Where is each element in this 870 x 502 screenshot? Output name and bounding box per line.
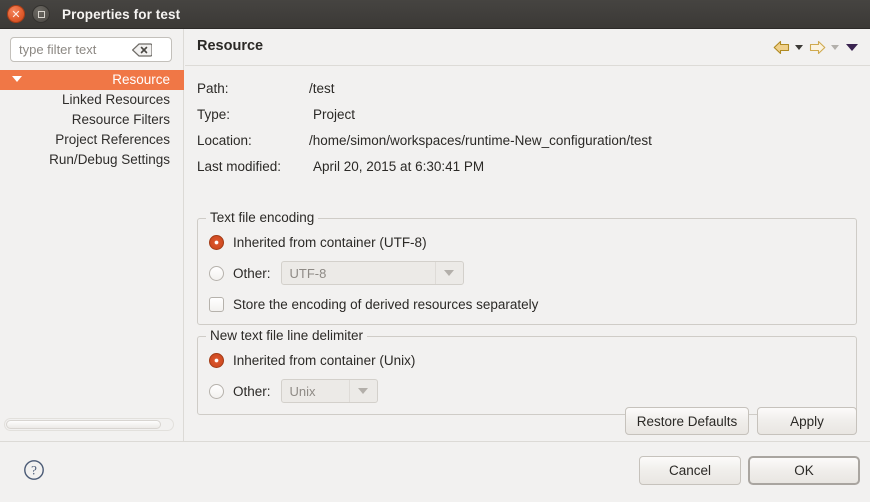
- button-label: OK: [794, 463, 814, 478]
- checkbox[interactable]: [209, 296, 224, 312]
- forward-button[interactable]: [806, 36, 828, 58]
- option-label: Inherited from container (UTF-8): [233, 234, 427, 250]
- restore-defaults-button[interactable]: Restore Defaults: [625, 407, 749, 435]
- group-legend: New text file line delimiter: [206, 328, 368, 343]
- sidebar-item-label: Linked Resources: [61, 92, 170, 107]
- ok-button[interactable]: OK: [748, 456, 860, 485]
- navigation-pane: Resource Linked Resources Resource Filte…: [0, 29, 184, 441]
- encoding-combo-box[interactable]: UTF-8: [280, 261, 464, 285]
- delimiter-other-option[interactable]: Other: Unix: [209, 379, 378, 403]
- radio-button[interactable]: [209, 383, 224, 399]
- scrollbar-thumb[interactable]: [6, 420, 161, 429]
- chevron-down-icon: [831, 44, 839, 50]
- chevron-down-icon: [846, 43, 858, 51]
- property-value: /home/simon/workspaces/runtime-New_confi…: [309, 132, 652, 148]
- property-value: /test: [309, 80, 335, 96]
- button-label: Restore Defaults: [636, 413, 738, 429]
- combo-value: Unix: [289, 383, 316, 399]
- svg-text:?: ?: [31, 463, 37, 478]
- option-label: Store the encoding of derived resources …: [233, 296, 539, 312]
- sidebar-item-label: Run/Debug Settings: [49, 152, 170, 167]
- back-button[interactable]: [770, 36, 792, 58]
- sidebar-item-label: Resource Filters: [71, 112, 170, 127]
- property-value: Project: [313, 106, 356, 122]
- property-value: April 20, 2015 at 6:30:41 PM: [313, 158, 485, 174]
- chevron-down-icon[interactable]: [348, 380, 377, 402]
- property-row-location: Location: /home/simon/workspaces/runtime…: [197, 127, 652, 153]
- arrow-left-icon: [773, 40, 789, 54]
- tree-horizontal-scrollbar[interactable]: [4, 418, 174, 431]
- property-row-path: Path: /test: [197, 75, 652, 101]
- arrow-right-icon: [809, 40, 825, 54]
- navigation-toolbar: [770, 36, 862, 58]
- close-window-button[interactable]: ✕: [7, 5, 25, 23]
- page-title: Resource: [197, 38, 264, 54]
- sidebar-item-label: Project References: [55, 132, 170, 147]
- radio-button[interactable]: [209, 234, 224, 250]
- sidebar-item-run-debug-settings[interactable]: Run/Debug Settings: [0, 150, 184, 170]
- property-row-type: Type: Project: [197, 101, 652, 127]
- settings-tree[interactable]: Resource Linked Resources Resource Filte…: [0, 70, 184, 430]
- radio-button[interactable]: [209, 352, 224, 368]
- apply-button[interactable]: Apply: [757, 407, 857, 435]
- encoding-other-option[interactable]: Other: UTF-8: [209, 261, 464, 285]
- back-history-menu-button[interactable]: [792, 36, 806, 58]
- delimiter-combo-box[interactable]: Unix: [280, 379, 378, 403]
- option-label: Other:: [233, 383, 271, 399]
- delimiter-inherited-option[interactable]: Inherited from container (Unix): [209, 349, 415, 371]
- property-label: Path:: [197, 80, 229, 96]
- chevron-down-icon: [795, 44, 803, 50]
- expand-triangle-icon[interactable]: [12, 76, 22, 82]
- content-pane: Resource Path: /test Type: Project Locat…: [185, 29, 870, 441]
- store-encoding-derived-option[interactable]: Store the encoding of derived resources …: [209, 293, 538, 315]
- sidebar-item-project-references[interactable]: Project References: [0, 130, 184, 150]
- window-title: Properties for test: [62, 6, 181, 22]
- maximize-icon: [37, 10, 45, 18]
- resource-properties: Path: /test Type: Project Location: /hom…: [197, 75, 652, 179]
- sidebar-item-linked-resources[interactable]: Linked Resources: [0, 90, 184, 110]
- combo-value: UTF-8: [289, 265, 327, 281]
- help-button[interactable]: ?: [22, 458, 46, 482]
- property-row-last-modified: Last modified: April 20, 2015 at 6:30:41…: [197, 153, 652, 179]
- property-label: Last modified:: [197, 158, 282, 174]
- properties-dialog: ✕ Properties for test Resource Linked Re: [0, 0, 870, 502]
- sidebar-item-label: Resource: [112, 72, 170, 87]
- help-question-icon: ?: [24, 460, 44, 480]
- property-label: Type:: [197, 106, 231, 122]
- filter-box[interactable]: [10, 37, 172, 62]
- group-legend: Text file encoding: [206, 210, 319, 225]
- cancel-button[interactable]: Cancel: [639, 456, 741, 485]
- header-divider: [185, 65, 870, 66]
- title-bar: ✕ Properties for test: [0, 0, 870, 29]
- close-icon: ✕: [11, 7, 21, 21]
- text-file-encoding-group: Text file encoding Inherited from contai…: [197, 210, 857, 325]
- button-label: Cancel: [668, 463, 712, 478]
- chevron-down-icon[interactable]: [434, 262, 463, 284]
- sidebar-item-resource-filters[interactable]: Resource Filters: [0, 110, 184, 130]
- line-delimiter-group: New text file line delimiter Inherited f…: [197, 328, 857, 415]
- clear-filter-icon[interactable]: [132, 42, 152, 57]
- forward-history-menu-button[interactable]: [828, 36, 842, 58]
- button-label: Apply: [790, 413, 824, 429]
- encoding-inherited-option[interactable]: Inherited from container (UTF-8): [209, 231, 427, 253]
- maximize-window-button[interactable]: [32, 5, 50, 23]
- radio-button[interactable]: [209, 265, 224, 281]
- property-label: Location:: [197, 132, 252, 148]
- option-label: Other:: [233, 265, 271, 281]
- sidebar-item-resource[interactable]: Resource: [0, 70, 184, 90]
- view-menu-button[interactable]: [842, 36, 862, 58]
- search-input[interactable]: [11, 39, 131, 60]
- option-label: Inherited from container (Unix): [233, 352, 416, 368]
